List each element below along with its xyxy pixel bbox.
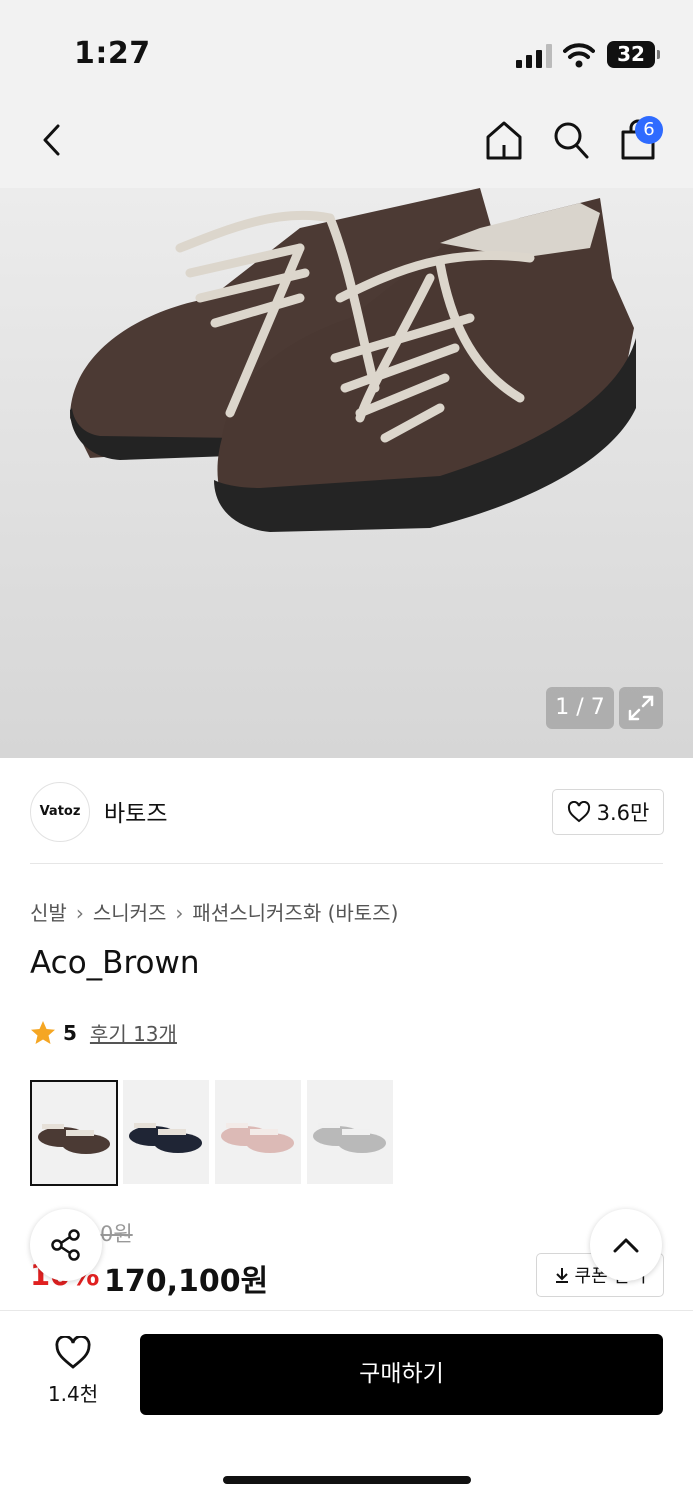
image-counter: 1 / 7 <box>546 687 614 729</box>
share-icon <box>51 1229 80 1261</box>
expand-icon <box>628 695 654 721</box>
brand-name[interactable]: 바토즈 <box>104 794 167 828</box>
back-button[interactable] <box>30 118 74 162</box>
search-icon <box>554 122 589 159</box>
home-icon <box>486 121 522 160</box>
variant-thumb-pink[interactable] <box>215 1080 301 1184</box>
rating-score: 5 <box>63 1020 77 1045</box>
shoe-image <box>70 188 636 532</box>
breadcrumb: 신발 › 스니커즈 › 패션스니커즈화 (바토즈) <box>30 897 398 926</box>
sale-price: 170,100원 <box>104 1264 269 1299</box>
variant-thumb-gray[interactable] <box>307 1080 393 1184</box>
home-indicator <box>223 1476 471 1484</box>
chevron-up-icon <box>613 1238 639 1253</box>
cart-count-badge: 6 <box>635 116 663 144</box>
download-icon <box>555 1268 568 1283</box>
divider <box>30 863 663 864</box>
breadcrumb-item[interactable]: 신발 <box>30 901 67 925</box>
fullscreen-button[interactable] <box>619 687 663 729</box>
divider <box>0 1310 693 1311</box>
product-image[interactable] <box>0 188 693 758</box>
buy-button[interactable]: 구매하기 <box>140 1334 663 1415</box>
battery-level: 32 <box>617 42 645 66</box>
heart-icon <box>55 1334 91 1369</box>
search-button[interactable] <box>549 117 593 163</box>
shoe-thumbnail <box>221 1123 294 1153</box>
shoe-thumbnail <box>38 1124 110 1154</box>
wifi-icon <box>563 43 595 68</box>
wishlist-count: 1.4천 <box>47 1382 99 1406</box>
shoe-thumbnail <box>129 1123 202 1153</box>
wishlist-button[interactable]: 1.4천 <box>30 1334 116 1416</box>
status-time: 1:27 <box>74 36 151 71</box>
brand-logo[interactable]: Vatoz <box>30 782 90 842</box>
shoe-thumbnail <box>313 1123 386 1153</box>
breadcrumb-item[interactable]: 패션스니커즈화 (바토즈) <box>192 901 398 925</box>
original-price: 0원 <box>100 1222 133 1246</box>
share-button[interactable] <box>30 1209 102 1281</box>
scroll-top-button[interactable] <box>590 1209 662 1281</box>
reviews-link[interactable]: 후기 13개 <box>90 1018 177 1047</box>
chevron-left-icon <box>43 124 60 156</box>
variant-thumb-brown[interactable] <box>30 1080 118 1186</box>
chevron-right-icon: › <box>175 901 184 925</box>
variant-thumb-navy[interactable] <box>123 1080 209 1184</box>
chevron-right-icon: › <box>75 901 84 925</box>
product-title: Aco_Brown <box>30 945 200 981</box>
signal-icon <box>516 44 554 68</box>
rating-row: 5 후기 13개 <box>30 1018 177 1047</box>
battery-icon: 32 <box>607 41 660 68</box>
breadcrumb-item[interactable]: 스니커즈 <box>93 901 167 925</box>
heart-icon <box>567 801 590 823</box>
home-button[interactable] <box>482 117 526 163</box>
star-icon <box>31 1020 55 1044</box>
brand-like-button[interactable]: 3.6만 <box>552 789 664 835</box>
brand-like-count: 3.6만 <box>596 801 650 825</box>
